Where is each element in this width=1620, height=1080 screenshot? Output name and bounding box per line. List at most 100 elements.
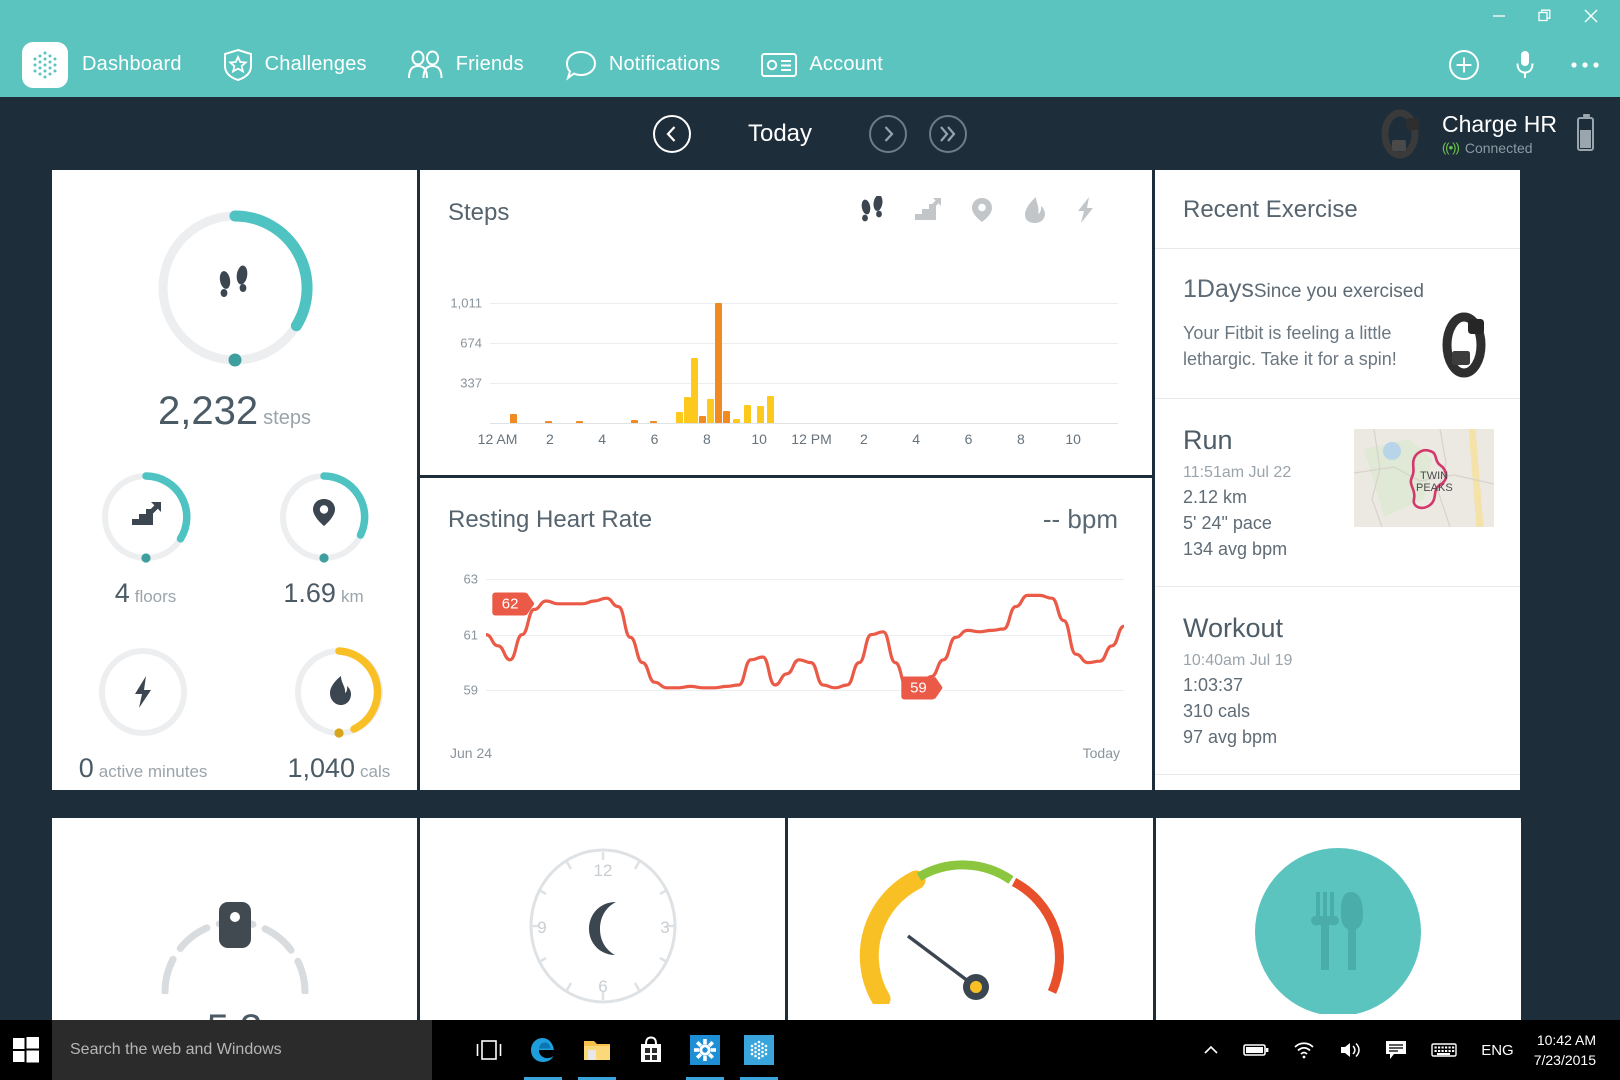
days-since-exercise: 1DaysSince you exercised (1183, 275, 1492, 304)
steps-progress-ring (151, 204, 319, 377)
device-connection-status: ((•)) Connected (1442, 140, 1557, 157)
fitbit-logo-icon[interactable] (22, 41, 68, 88)
exercise-entry-run[interactable]: Run 11:51am Jul 22 2.12 km 5' 24" pace 1… (1155, 399, 1520, 588)
moon-clock-icon: 12 3 6 9 (513, 844, 693, 1009)
edge-icon[interactable] (516, 1020, 570, 1080)
shield-star-icon (222, 48, 254, 82)
steps-xtick: 12 AM (477, 431, 518, 447)
volume-icon[interactable] (1327, 1020, 1373, 1080)
chevron-up-icon[interactable] (1191, 1020, 1231, 1080)
store-icon[interactable] (624, 1020, 678, 1080)
exercise-prompt-block: 1DaysSince you exercised Your Fitbit is … (1155, 249, 1520, 400)
action-center-icon[interactable] (1373, 1020, 1419, 1080)
keyboard-icon[interactable] (1419, 1020, 1469, 1080)
steps-xtick: 6 (964, 431, 973, 447)
dashboard-grid: 2,232 steps 4 floors 1.69 km 0 active mi… (0, 170, 1620, 1028)
flame-icon[interactable] (1022, 196, 1048, 229)
nav-label-account: Account (809, 53, 884, 75)
exercise-title: Workout (1183, 613, 1284, 644)
calories-value-row: 1,040 cals (287, 753, 390, 784)
microphone-icon[interactable] (1514, 49, 1536, 81)
location-pin-icon[interactable] (970, 196, 994, 229)
speech-bubble-icon (564, 49, 598, 81)
footsteps-icon[interactable] (858, 195, 886, 229)
floors-ring-group[interactable]: 4 floors (97, 468, 195, 609)
previous-day-button[interactable] (653, 114, 691, 153)
nav-item-notifications[interactable]: Notifications (564, 49, 721, 81)
task-view-icon[interactable] (462, 1020, 516, 1080)
nav-item-friends[interactable]: Friends (407, 50, 524, 80)
steps-xtick: 2 (859, 431, 868, 447)
steps-xtick: 4 (598, 431, 607, 447)
minimize-button[interactable] (1476, 0, 1522, 32)
steps-unit: steps (263, 407, 311, 429)
calories-gauge-card[interactable]: under (788, 818, 1153, 1028)
nav-item-dashboard[interactable]: Dashboard (82, 53, 182, 76)
food-card[interactable] (1156, 818, 1521, 1028)
distance-unit: km (340, 587, 364, 606)
gauge-icon (856, 844, 1086, 1009)
distance-ring-group[interactable]: 1.69 km (275, 468, 373, 609)
steps-bar (691, 357, 699, 423)
system-tray: ENG 10:42 AM 7/23/2015 (1191, 1020, 1620, 1080)
nav-item-challenges[interactable]: Challenges (222, 48, 367, 82)
hr-annotation-59: 59 (901, 676, 936, 700)
battery-icon (1577, 113, 1594, 151)
svg-text:3: 3 (660, 918, 669, 937)
calories-ring-group[interactable]: 1,040 cals (287, 643, 390, 784)
fast-forward-button[interactable] (929, 114, 967, 153)
hr-start-label: Jun 24 (450, 745, 493, 761)
date-navigation-bar: Today Charge HR ((•)) Connected (0, 97, 1620, 170)
settings-icon[interactable] (678, 1020, 732, 1080)
search-input[interactable]: Search the web and Windows (52, 1020, 432, 1080)
language-indicator[interactable]: ENG (1469, 1020, 1526, 1080)
hr-bpm-value: -- bpm (1042, 504, 1118, 534)
hr-end-label: Today (1082, 745, 1120, 761)
ellipsis-icon[interactable] (1570, 61, 1600, 69)
steps-bar (767, 396, 775, 423)
lightning-icon (135, 676, 152, 708)
exercise-calories: 310 cals (1183, 701, 1251, 722)
active-minutes-ring-group[interactable]: 0 active minutes (79, 643, 208, 784)
steps-xtick: 8 (702, 431, 711, 447)
hr-ytick-63: 63 (463, 571, 478, 587)
plus-circle-icon[interactable] (1448, 49, 1480, 81)
nav-label-challenges: Challenges (264, 53, 367, 75)
sleep-card[interactable]: 12 3 6 9 (420, 818, 785, 1028)
next-day-button[interactable] (869, 114, 907, 153)
device-name: Charge HR (1441, 110, 1557, 137)
file-explorer-icon[interactable] (570, 1020, 624, 1080)
hr-line-series (486, 559, 1124, 727)
people-icon (407, 50, 445, 80)
secondary-stats-row-2: 0 active minutes 1,040 cals (52, 643, 417, 784)
exercise-duration: 1:03:37 (1183, 675, 1244, 696)
exercise-entry-workout[interactable]: Workout 10:40am Jul 19 1:03:37 310 cals … (1155, 587, 1520, 776)
current-date-label: Today (747, 119, 813, 147)
weight-card[interactable]: 5.3 (52, 818, 417, 1028)
steps-bar (715, 303, 723, 423)
steps-bar (722, 411, 730, 423)
daily-stats-card: 2,232 steps 4 floors 1.69 km 0 active mi… (52, 170, 417, 790)
active-minutes-value-row: 0 active minutes (79, 753, 208, 784)
stairs-icon[interactable] (914, 196, 942, 229)
run-route-map[interactable]: TWIN PEAKS (1354, 429, 1494, 528)
steps-ring-group[interactable]: 2,232 steps (52, 204, 417, 434)
nav-label-friends: Friends (455, 53, 524, 75)
days-since-number: 1 (1183, 275, 1197, 303)
close-button[interactable] (1568, 0, 1614, 32)
clock[interactable]: 10:42 AM 7/23/2015 (1526, 1030, 1610, 1071)
nav-item-account[interactable]: Account (760, 51, 883, 79)
start-button[interactable] (0, 1020, 52, 1080)
device-status-panel[interactable]: Charge HR ((•)) Connected (1372, 97, 1594, 170)
distance-value: 1.69 (283, 578, 336, 608)
restore-button[interactable] (1522, 0, 1568, 32)
hr-plot-area: 63 61 59 62 59 (464, 559, 1124, 727)
fitbit-app-icon[interactable] (732, 1020, 786, 1080)
recent-exercise-card: Recent Exercise 1DaysSince you exercised… (1155, 170, 1520, 790)
wifi-icon[interactable] (1281, 1020, 1327, 1080)
lightning-icon[interactable] (1076, 196, 1096, 229)
steps-bar (707, 398, 715, 423)
steps-bar (683, 397, 691, 423)
stairs-icon (131, 502, 161, 525)
battery-icon[interactable] (1231, 1020, 1281, 1080)
